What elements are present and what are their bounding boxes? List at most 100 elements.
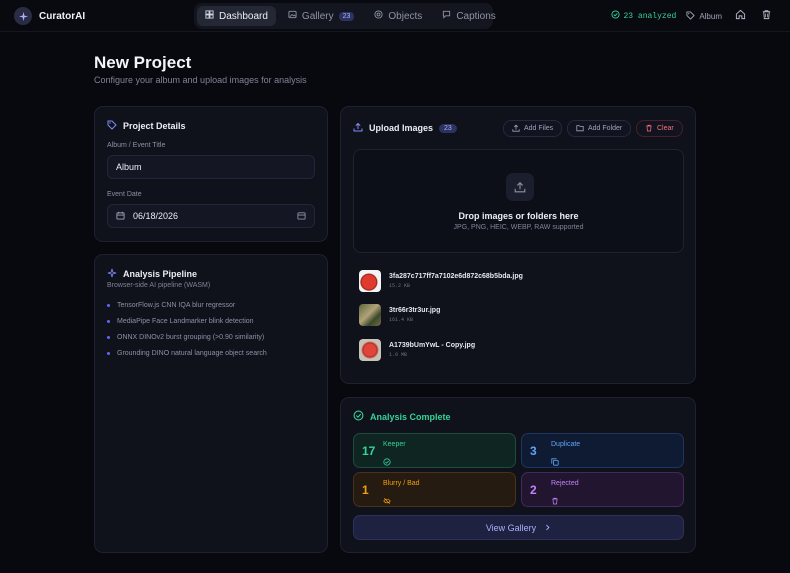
- check-circle-icon: [610, 10, 620, 22]
- tag-icon: [107, 120, 117, 132]
- tab-gallery[interactable]: Gallery 23: [280, 6, 362, 26]
- upload-icon: [353, 122, 363, 134]
- duplicate-count: 3: [530, 444, 537, 458]
- clear-button[interactable]: Clear: [636, 120, 683, 137]
- tab-captions-label: Captions: [456, 10, 496, 22]
- folder-icon: [576, 124, 584, 134]
- copy-icon: [551, 453, 559, 471]
- keeper-stat[interactable]: 17 Keeper: [353, 433, 516, 468]
- main-nav: Dashboard Gallery 23 Objects Captions: [194, 3, 496, 29]
- album-title-value: Album: [116, 162, 142, 172]
- bullet-dot: [107, 336, 110, 339]
- project-details-card: Project Details Album / Event Title Albu…: [94, 106, 328, 242]
- add-files-button[interactable]: Add Files: [503, 120, 563, 137]
- rejected-label: Rejected: [551, 480, 579, 487]
- album-title-field[interactable]: Album: [107, 155, 315, 179]
- tab-gallery-label: Gallery: [301, 10, 334, 22]
- file-size: 15.2 KB: [389, 283, 411, 289]
- analysis-complete-header: Analysis Complete: [353, 410, 451, 423]
- project-details-title: Project Details: [123, 121, 186, 131]
- header-actions: 23 analyzed Album: [610, 8, 775, 24]
- drop-zone-title: Drop images or folders here: [458, 211, 579, 221]
- pipeline-title: Analysis Pipeline: [123, 269, 198, 279]
- file-size: 1.0 MB: [389, 352, 408, 358]
- rejected-stat[interactable]: 2 Rejected: [521, 472, 684, 507]
- event-date-label: Event Date: [107, 191, 142, 198]
- album-tag-label: Album: [699, 11, 722, 21]
- analyzed-status: 23 analyzed: [610, 10, 677, 22]
- gallery-count-badge: 23: [338, 11, 355, 21]
- calendar-icon: [116, 211, 125, 222]
- pipeline-step-label: MediaPipe Face Landmarker blink detectio…: [117, 318, 254, 325]
- file-size: 161.4 KB: [389, 317, 414, 323]
- tab-dashboard[interactable]: Dashboard: [197, 6, 276, 26]
- upload-icon: [512, 124, 520, 134]
- pipeline-header: Analysis Pipeline: [107, 268, 197, 280]
- file-item[interactable]: 3tr66r3tr3ur.jpg 161.4 KB: [359, 304, 440, 326]
- duplicate-stat[interactable]: 3 Duplicate: [521, 433, 684, 468]
- drop-zone[interactable]: Drop images or folders here JPG, PNG, HE…: [353, 149, 684, 253]
- image-thumbnail: [359, 304, 381, 326]
- sparkle-icon: [107, 268, 117, 280]
- captions-icon: [442, 10, 451, 22]
- delete-project-button[interactable]: [758, 8, 774, 24]
- dashboard-icon: [205, 10, 214, 22]
- analysis-complete-title: Analysis Complete: [370, 411, 451, 422]
- event-date-field[interactable]: 06/18/2026: [107, 204, 315, 228]
- blurry-stat[interactable]: 1 Blurry / Bad: [353, 472, 516, 507]
- tag-icon: [686, 10, 696, 22]
- view-gallery-label: View Gallery: [485, 522, 537, 533]
- album-title-label: Album / Event Title: [107, 142, 166, 149]
- blurry-label: Blurry / Bad: [383, 480, 420, 487]
- analyzed-text: 23 analyzed: [623, 11, 677, 21]
- file-item[interactable]: 3fa287c717ff7a7102e6d872c68b5bda.jpg 15.…: [359, 270, 523, 292]
- gallery-icon: [288, 10, 297, 22]
- pipeline-step: ONNX DINOv2 burst grouping (>0.90 simila…: [107, 334, 264, 341]
- brand[interactable]: CuratorAI: [14, 7, 85, 25]
- add-files-label: Add Files: [524, 125, 554, 132]
- page-title: New Project: [94, 53, 192, 72]
- file-name: 3fa287c717ff7a7102e6d872c68b5bda.jpg: [389, 273, 523, 280]
- file-item[interactable]: A1739bUmYwL - Copy.jpg 1.0 MB: [359, 339, 475, 361]
- app-name: CuratorAI: [39, 10, 86, 22]
- home-icon: [735, 7, 746, 25]
- pipeline-step-label: TensorFlow.js CNN IQA blur regressor: [117, 302, 236, 309]
- image-thumbnail: [359, 270, 381, 292]
- add-folder-button[interactable]: Add Folder: [567, 120, 632, 137]
- bullet-dot: [107, 352, 110, 355]
- bullet-dot: [107, 320, 110, 323]
- upload-header: Upload Images 23: [353, 122, 457, 134]
- chevron-right-icon: [544, 523, 551, 533]
- rejected-count: 2: [530, 483, 537, 497]
- file-name: 3tr66r3tr3ur.jpg: [389, 307, 441, 314]
- trash-icon: [645, 124, 653, 134]
- blurry-count: 1: [362, 483, 369, 497]
- check-circle-icon: [383, 453, 391, 471]
- clear-label: Clear: [657, 125, 674, 132]
- eye-off-icon: [383, 492, 391, 510]
- tab-captions[interactable]: Captions: [434, 6, 503, 26]
- tab-objects-label: Objects: [388, 10, 423, 22]
- date-picker-icon[interactable]: [297, 211, 306, 222]
- album-tag[interactable]: Album: [686, 10, 722, 22]
- trash-icon: [551, 492, 559, 510]
- keeper-count: 17: [362, 444, 376, 458]
- project-details-header: Project Details: [107, 120, 186, 132]
- view-gallery-button[interactable]: View Gallery: [353, 515, 684, 540]
- upload-icon: [506, 173, 534, 201]
- objects-icon: [374, 10, 383, 22]
- upload-images-card: Upload Images 23 Add Files Add Folder Cl…: [340, 106, 696, 384]
- add-folder-label: Add Folder: [588, 125, 623, 132]
- check-circle-icon: [353, 410, 364, 423]
- pipeline-step-label: ONNX DINOv2 burst grouping (>0.90 simila…: [117, 334, 265, 341]
- file-name: A1739bUmYwL - Copy.jpg: [389, 342, 476, 349]
- pipeline-step: TensorFlow.js CNN IQA blur regressor: [107, 302, 235, 309]
- image-thumbnail: [359, 339, 381, 361]
- tab-objects[interactable]: Objects: [366, 6, 430, 26]
- top-bar: CuratorAI Dashboard Gallery 23 Objects C…: [0, 0, 790, 32]
- home-button[interactable]: [732, 8, 748, 24]
- bullet-dot: [107, 304, 110, 307]
- page-subtitle: Configure your album and upload images f…: [94, 75, 307, 85]
- pipeline-step: MediaPipe Face Landmarker blink detectio…: [107, 318, 254, 325]
- tab-dashboard-label: Dashboard: [219, 10, 268, 22]
